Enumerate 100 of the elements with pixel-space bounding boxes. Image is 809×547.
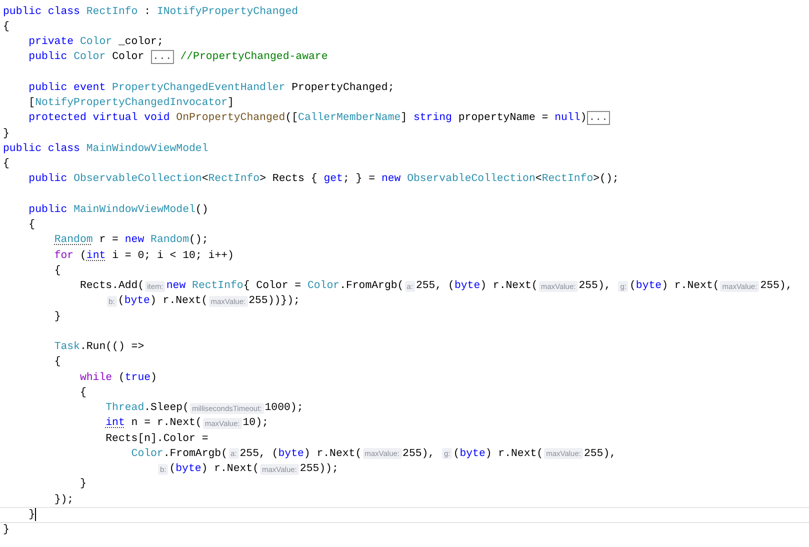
code-text: ( xyxy=(118,294,124,310)
code-text: ) r.Next( xyxy=(201,462,260,478)
keyword: public xyxy=(28,172,68,188)
keyword: byte xyxy=(278,446,304,462)
code-text: } xyxy=(3,523,10,538)
text-cursor xyxy=(35,508,36,522)
type-name: ObservableCollection xyxy=(407,172,536,188)
type-name: Color xyxy=(80,35,112,50)
code-text: { xyxy=(54,355,61,370)
code-text: Color xyxy=(112,50,146,66)
code-text: i = 0; i < 10; i++) xyxy=(112,248,234,264)
code-text: ) xyxy=(150,370,157,386)
type-name: Random xyxy=(54,233,93,248)
code-text: } xyxy=(3,126,10,142)
code-text: n = r.Next( xyxy=(131,416,202,432)
code-text: 255), xyxy=(760,279,792,294)
type-name: Color xyxy=(74,50,106,66)
code-text: 255), xyxy=(578,279,612,294)
code-text: _color; xyxy=(118,35,164,50)
type-name: RectInfo xyxy=(192,279,244,294)
code-text: PropertyChanged; xyxy=(292,80,394,96)
code-text: >(); xyxy=(593,172,619,188)
code-text: ) r.Next( xyxy=(485,446,544,462)
keyword: private xyxy=(28,35,75,50)
keyword: get xyxy=(324,172,343,188)
type-name: RectInfo xyxy=(208,172,260,188)
type-name: RectInfo xyxy=(86,4,138,20)
control-keyword: while xyxy=(80,370,112,386)
code-text: 1000); xyxy=(264,401,304,416)
type-name: CallerMemberName xyxy=(298,111,401,126)
collapsed-code-button[interactable]: ... xyxy=(586,111,610,126)
type-name: Task xyxy=(54,340,80,356)
control-keyword: for xyxy=(54,248,74,264)
code-text: { xyxy=(3,157,10,172)
keyword: true xyxy=(124,370,151,386)
code-text: { xyxy=(3,20,10,35)
code-text: ( xyxy=(169,462,176,478)
keyword: public xyxy=(28,202,68,218)
code-text: { Color = xyxy=(243,279,302,294)
code-text: { xyxy=(54,264,61,279)
code-text: Rects.Add( xyxy=(80,279,144,294)
code-text: > Rects { xyxy=(260,172,318,188)
keyword: byte xyxy=(454,279,480,294)
code-text: 255)); xyxy=(300,462,338,478)
code-text: (); xyxy=(189,233,208,248)
collapsed-code-button[interactable]: ... xyxy=(150,50,174,64)
code-text: Rects[n].Color = xyxy=(106,432,208,447)
type-name: RectInfo xyxy=(542,172,594,188)
code-text: { xyxy=(80,386,86,401)
code-text: 255, ( xyxy=(240,446,278,462)
code-text: }); xyxy=(54,492,74,508)
type-name: INotifyPropertyChanged xyxy=(156,4,298,20)
code-text: ( xyxy=(453,446,460,462)
type-name: Color xyxy=(131,446,164,462)
code-text: ; } = xyxy=(342,172,376,188)
keyword: public class xyxy=(3,4,81,20)
code-text: } xyxy=(80,477,86,492)
keyword: public event xyxy=(28,80,107,96)
code-text: { xyxy=(28,218,36,234)
code-text: 255))}); xyxy=(248,294,300,310)
keyword: byte xyxy=(636,279,662,294)
code-text: ( xyxy=(118,370,125,386)
type-name: Thread xyxy=(106,401,144,416)
keyword: new xyxy=(381,172,402,188)
type-name: Color xyxy=(307,279,340,294)
code-text: ) xyxy=(580,111,587,126)
code-text: ( xyxy=(629,279,636,294)
code-text: } xyxy=(28,508,36,523)
type-name: NotifyPropertyChangedInvocator xyxy=(35,96,228,112)
type-name: Random xyxy=(150,233,190,248)
code-text: ) r.Next( xyxy=(150,294,208,310)
code-text: ( xyxy=(80,248,86,264)
keyword: int xyxy=(86,248,106,264)
code-comment: //PropertyChanged-aware xyxy=(180,50,328,66)
type-name: ObservableCollection xyxy=(74,172,202,188)
code-text: () xyxy=(195,202,208,218)
code-text: r = xyxy=(99,233,120,248)
keyword: string xyxy=(413,111,452,126)
keyword: new xyxy=(124,233,146,248)
method-name: OnPropertyChanged xyxy=(176,111,286,126)
code-text: ) r.Next( xyxy=(662,279,720,294)
code-text: .Run(() => xyxy=(80,340,144,356)
code-text: .FromArgb( xyxy=(340,279,404,294)
code-text: ([ xyxy=(285,111,298,126)
code-text: ) r.Next( xyxy=(480,279,538,294)
code-text: 255), xyxy=(402,446,436,462)
keyword: byte xyxy=(460,446,486,462)
code-text: [ xyxy=(28,96,36,112)
keyword: byte xyxy=(124,294,150,310)
keyword: int xyxy=(106,416,125,432)
keyword: public class xyxy=(3,142,81,157)
keyword: null xyxy=(554,111,580,126)
code-text: 255, ( xyxy=(416,279,454,294)
code-text: ] xyxy=(400,111,408,126)
type-name: PropertyChangedEventHandler xyxy=(112,80,286,96)
code-text: : xyxy=(144,4,152,20)
code-text: 10); xyxy=(242,416,268,432)
keyword: byte xyxy=(176,462,202,478)
code-text: ) r.Next( xyxy=(304,446,362,462)
code-text: propertyName = xyxy=(458,111,550,126)
